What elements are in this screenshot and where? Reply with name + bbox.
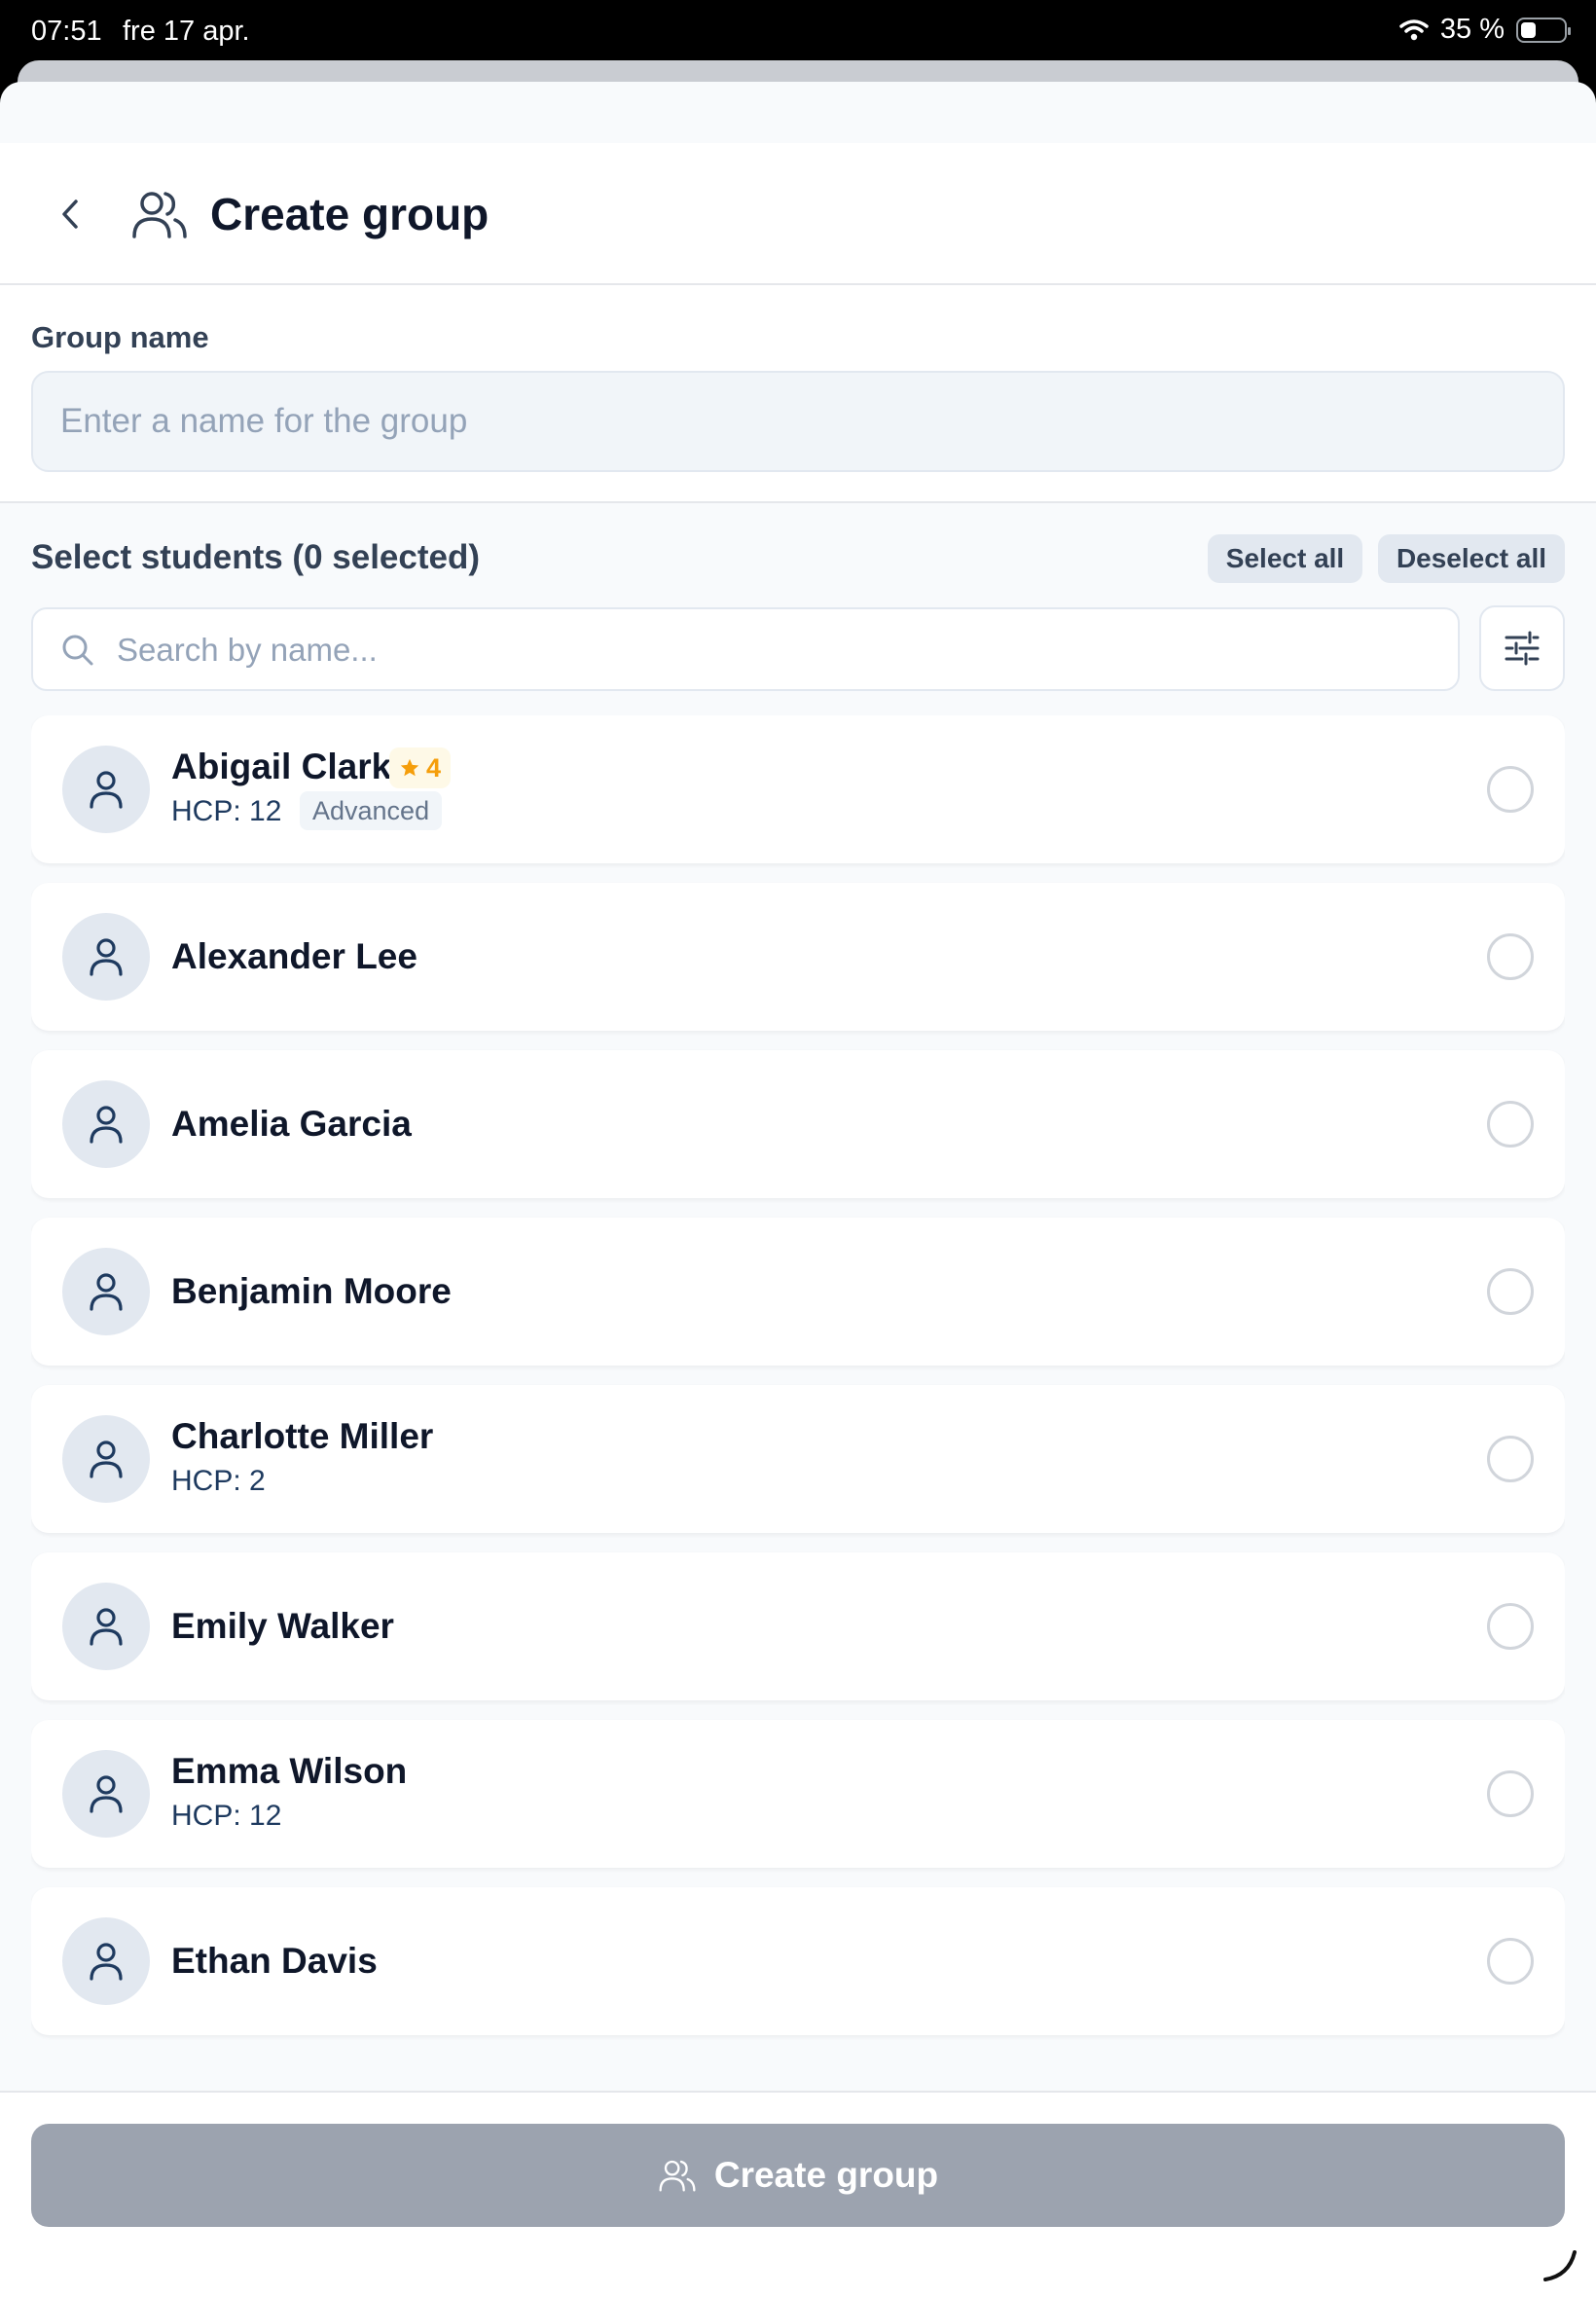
student-hcp: HCP: 12 [171, 1800, 282, 1832]
student-name: Charlotte Miller [171, 1416, 434, 1456]
user-icon [90, 1775, 123, 1813]
search-input[interactable] [117, 621, 1440, 679]
student-card[interactable]: Ethan Davis [31, 1887, 1565, 2035]
avatar [62, 1750, 150, 1838]
student-list: Abigail Clark 4 HCP: 12 Advanced Alexander L… [31, 715, 1565, 2136]
select-students-title: Select students (0 selected) [31, 538, 480, 576]
create-group-sheet: Create group Group name Select students … [0, 82, 1596, 2297]
avatar [62, 1917, 150, 2005]
search-icon [62, 635, 93, 666]
student-name: Abigail Clark [171, 747, 392, 786]
user-icon [90, 938, 123, 976]
chevron-left-icon [62, 200, 78, 229]
select-radio[interactable] [1487, 1268, 1534, 1315]
avatar [62, 746, 150, 833]
rating-value: 4 [426, 752, 442, 783]
user-icon [90, 1106, 123, 1144]
group-name-input[interactable] [31, 371, 1565, 472]
search-box[interactable] [31, 607, 1460, 691]
student-name: Alexander Lee [171, 936, 417, 976]
student-card[interactable]: Alexander Lee [31, 883, 1565, 1031]
student-name: Emma Wilson [171, 1751, 408, 1791]
student-card[interactable]: Benjamin Moore [31, 1218, 1565, 1366]
user-icon [90, 771, 123, 809]
student-name: Ethan Davis [171, 1941, 378, 1981]
select-radio[interactable] [1487, 766, 1534, 813]
user-icon [90, 1440, 123, 1478]
user-icon [90, 1273, 123, 1311]
student-card[interactable]: Charlotte Miller HCP: 2 [31, 1385, 1565, 1533]
sliders-icon [1505, 631, 1540, 666]
avatar [62, 1080, 150, 1168]
select-radio[interactable] [1487, 1603, 1534, 1650]
select-radio[interactable] [1487, 1938, 1534, 1985]
student-card[interactable]: Emma Wilson HCP: 12 [31, 1720, 1565, 1868]
battery-icon [1516, 17, 1571, 43]
student-hcp: HCP: 12 [171, 795, 282, 827]
avatar [62, 1415, 150, 1503]
users-icon [659, 2160, 696, 2192]
select-radio[interactable] [1487, 933, 1534, 980]
header: Create group [0, 143, 1596, 285]
create-group-button[interactable]: Create group [31, 2124, 1565, 2227]
status-time: 07:51 [31, 16, 102, 47]
footer: Create group [0, 2091, 1596, 2297]
avatar [62, 913, 150, 1001]
student-name: Benjamin Moore [171, 1271, 452, 1311]
user-icon [90, 1943, 123, 1981]
users-icon [132, 192, 187, 238]
battery-level [1521, 21, 1536, 38]
select-radio[interactable] [1487, 1770, 1534, 1817]
back-button[interactable] [47, 190, 95, 238]
student-card[interactable]: Amelia Garcia [31, 1050, 1565, 1198]
student-name: Amelia Garcia [171, 1104, 412, 1144]
level-tag: Advanced [300, 791, 443, 830]
rating-badge: 4 [389, 747, 452, 788]
status-bar: 07:51 fre 17 apr. 35 % [0, 0, 1596, 62]
student-hcp: HCP: 2 [171, 1465, 266, 1497]
group-name-label: Group name [31, 320, 209, 354]
status-date: fre 17 apr. [123, 16, 250, 47]
deselect-all-button[interactable]: Deselect all [1378, 534, 1565, 583]
wifi-icon [1399, 18, 1429, 40]
filter-button[interactable] [1479, 605, 1565, 691]
status-indicators: 35 % [1399, 14, 1571, 46]
user-icon [90, 1608, 123, 1646]
avatar [62, 1248, 150, 1335]
resize-handle-icon [1543, 2250, 1577, 2281]
battery-percent: 35 % [1439, 14, 1505, 45]
student-name: Emily Walker [171, 1606, 394, 1646]
select-radio[interactable] [1487, 1101, 1534, 1148]
group-name-section: Group name [0, 285, 1596, 503]
student-card[interactable]: Emily Walker [31, 1552, 1565, 1700]
select-all-button[interactable]: Select all [1208, 534, 1362, 583]
student-card[interactable]: Abigail Clark 4 HCP: 12 Advanced [31, 715, 1565, 863]
star-icon [400, 758, 419, 777]
create-group-label: Create group [713, 2155, 939, 2195]
page-title: Create group [210, 189, 490, 239]
select-radio[interactable] [1487, 1436, 1534, 1482]
avatar [62, 1583, 150, 1670]
